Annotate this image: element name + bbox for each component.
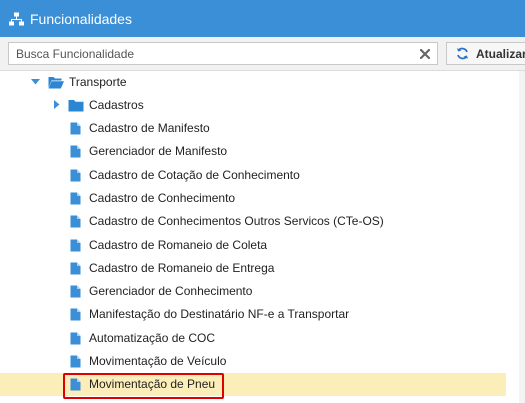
tree-item-label: Cadastro de Manifesto bbox=[89, 121, 210, 135]
tree-item[interactable]: Cadastro de Cotação de Conhecimento bbox=[0, 164, 506, 187]
tree-item[interactable]: Movimentação de Veículo bbox=[0, 350, 506, 373]
tree-item-label: Automatização de COC bbox=[89, 330, 216, 345]
tree-item-label: Manifestação do Destinatário NF-e a Tran… bbox=[89, 307, 350, 322]
search-input[interactable] bbox=[9, 43, 409, 64]
search-bar: Atualizar bbox=[0, 37, 525, 71]
tree-node-cadastros[interactable]: Cadastros bbox=[0, 94, 506, 117]
vertical-scrollbar[interactable] bbox=[519, 71, 525, 403]
tree-item[interactable]: Manifestação do Destinatário NF-e a Tran… bbox=[0, 303, 506, 326]
folder-icon bbox=[68, 99, 84, 112]
selection-highlight-box bbox=[63, 373, 224, 399]
tree-item[interactable]: Cadastro de Romaneio de Entrega bbox=[0, 257, 506, 280]
folder-open-icon bbox=[48, 76, 64, 89]
tree-item-label: Movimentação de Veículo bbox=[89, 354, 227, 368]
search-box bbox=[8, 42, 438, 65]
file-icon bbox=[70, 192, 81, 205]
file-icon bbox=[70, 332, 81, 345]
file-icon bbox=[70, 239, 81, 252]
tree-item-label: Cadastro de Cotação de Conhecimento bbox=[89, 167, 300, 182]
tree-item[interactable]: Gerenciador de Manifesto bbox=[0, 140, 506, 163]
panel-header: Funcionalidades bbox=[0, 0, 525, 37]
file-icon bbox=[70, 122, 81, 135]
refresh-label: Atualizar bbox=[476, 46, 525, 61]
refresh-button[interactable]: Atualizar bbox=[446, 42, 525, 65]
caret-down-icon[interactable] bbox=[31, 79, 40, 85]
functionality-tree: Transporte Cadastros Cadastro de Manifes… bbox=[0, 71, 525, 403]
tree-item[interactable]: Automatização de COC bbox=[0, 327, 506, 350]
file-icon bbox=[70, 285, 81, 298]
tree-node-label: Transporte bbox=[69, 75, 127, 89]
tree-item-label: Cadastro de Conhecimentos Outros Servico… bbox=[89, 214, 384, 229]
tree-item-label: Cadastro de Romaneio de Entrega bbox=[89, 260, 275, 275]
tree-item-label: Gerenciador de Conhecimento bbox=[89, 284, 253, 299]
file-icon bbox=[70, 308, 81, 321]
tree-node-label: Cadastros bbox=[89, 98, 144, 112]
tree-node-transporte[interactable]: Transporte bbox=[0, 71, 506, 94]
caret-right-icon[interactable] bbox=[54, 100, 60, 109]
clear-icon[interactable] bbox=[414, 44, 436, 63]
panel-title: Funcionalidades bbox=[30, 10, 132, 27]
sitemap-icon bbox=[9, 12, 24, 26]
tree-item[interactable]: Cadastro de Conhecimentos Outros Servico… bbox=[0, 210, 506, 233]
tree-item-label: Gerenciador de Manifesto bbox=[89, 144, 228, 159]
file-icon bbox=[70, 355, 81, 368]
tree-item[interactable]: Gerenciador de Conhecimento bbox=[0, 280, 506, 303]
tree-item[interactable]: Cadastro de Manifesto bbox=[0, 117, 506, 140]
tree-item[interactable]: Cadastro de Conhecimento bbox=[0, 187, 506, 210]
file-icon bbox=[70, 215, 81, 228]
file-icon bbox=[70, 145, 81, 158]
tree-item-label: Cadastro de Conhecimento bbox=[89, 190, 236, 205]
file-icon bbox=[70, 262, 81, 275]
tree-item[interactable]: Cadastro de Romaneio de Coleta bbox=[0, 234, 506, 257]
tree-item-label: Cadastro de Romaneio de Coleta bbox=[89, 237, 268, 252]
file-icon bbox=[70, 169, 81, 182]
refresh-icon bbox=[456, 47, 469, 60]
